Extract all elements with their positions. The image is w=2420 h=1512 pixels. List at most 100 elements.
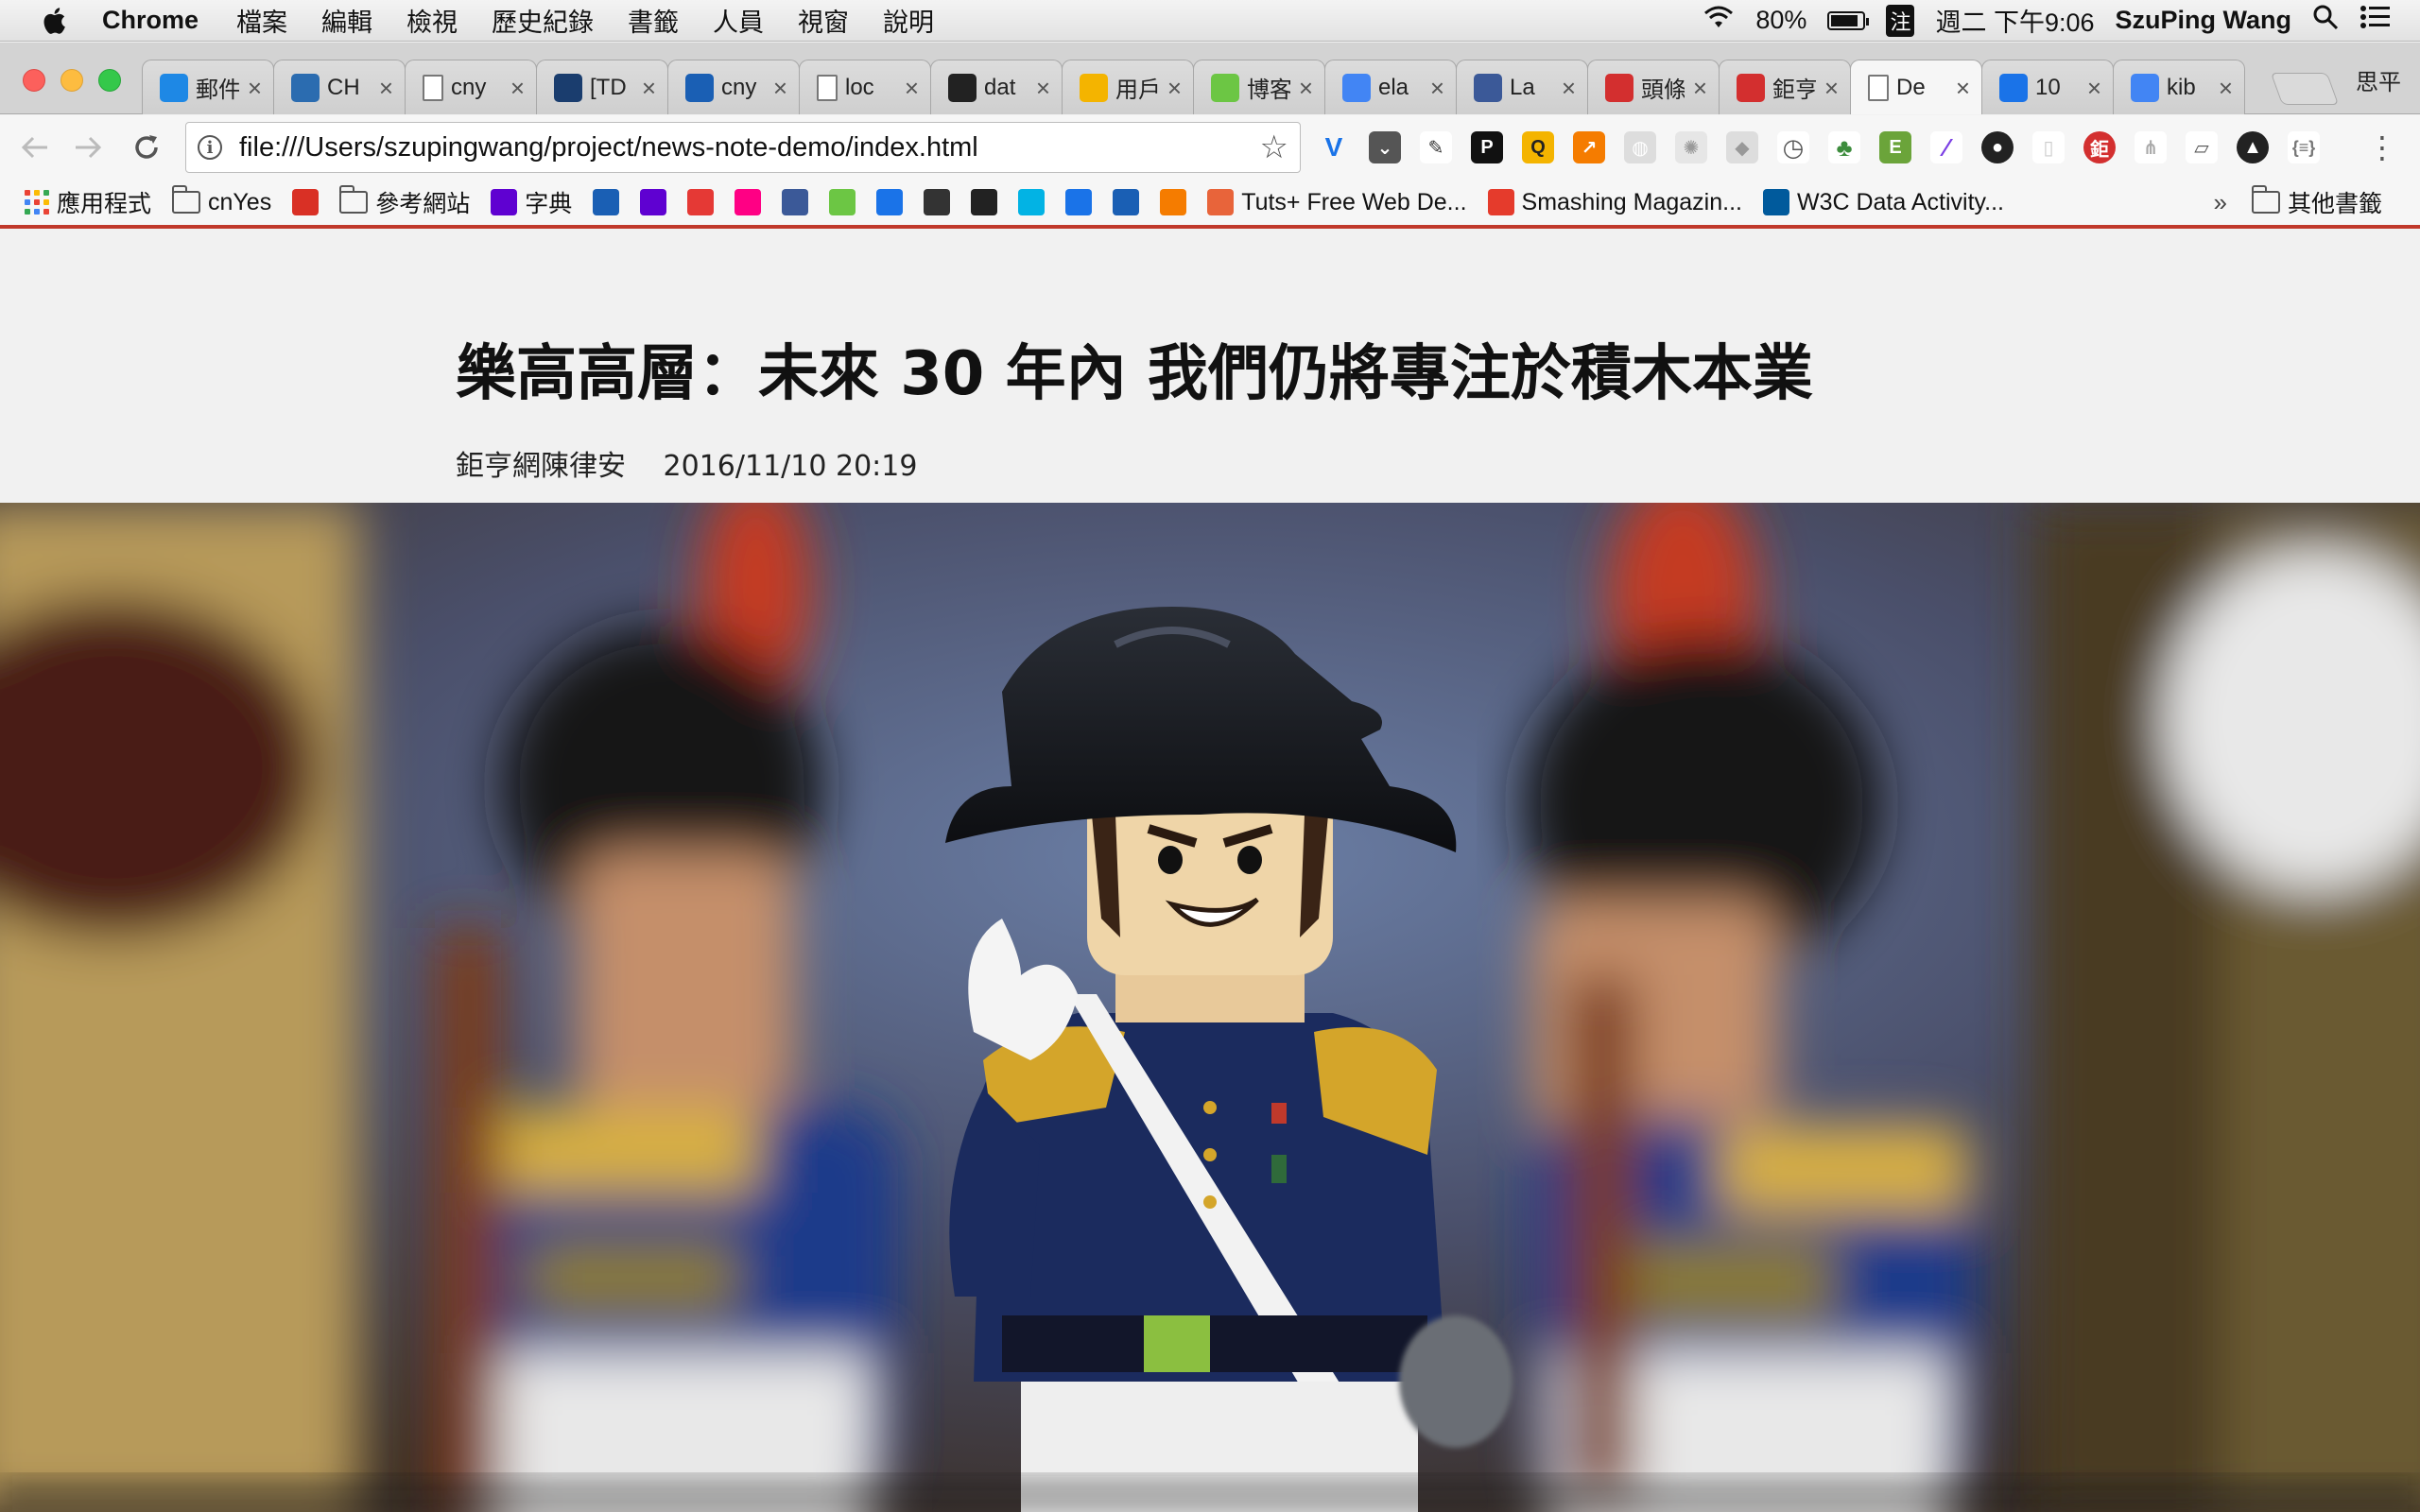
browser-tab[interactable]: La ×: [1456, 60, 1588, 114]
bookmark-item[interactable]: [1160, 189, 1187, 215]
bookmark-item[interactable]: [876, 189, 904, 215]
bookmark-item[interactable]: [924, 189, 951, 215]
apple-icon[interactable]: [38, 7, 70, 35]
browser-tab[interactable]: [TD ×: [536, 60, 668, 114]
browser-tab[interactable]: 鉅亨 ×: [1719, 60, 1851, 114]
site-info-icon[interactable]: i: [198, 135, 222, 160]
bookmark-item[interactable]: 參考網站: [339, 185, 470, 219]
tab-close-icon[interactable]: ×: [1430, 74, 1444, 103]
bookmark-item[interactable]: [829, 189, 856, 215]
menu-bookmarks[interactable]: 書籤: [628, 2, 679, 39]
sitemap-extension-icon[interactable]: ⋔: [2135, 131, 2167, 163]
browser-tab[interactable]: 博客 ×: [1193, 60, 1325, 114]
browser-tab[interactable]: cny ×: [667, 60, 800, 114]
close-window-button[interactable]: [23, 69, 45, 92]
spotlight-search-icon[interactable]: [2312, 4, 2339, 37]
menu-help[interactable]: 說明: [883, 2, 934, 39]
bookmark-item[interactable]: [1113, 189, 1140, 215]
bookmark-apps[interactable]: 應用程式: [25, 185, 151, 219]
puzzle-extension-icon[interactable]: ◆: [1726, 131, 1758, 163]
tab-close-icon[interactable]: ×: [773, 74, 787, 103]
bookmark-item[interactable]: cnYes: [172, 185, 271, 216]
tab-close-icon[interactable]: ×: [2087, 74, 2101, 103]
bookmark-item[interactable]: [971, 189, 998, 215]
p-extension-icon[interactable]: P: [1471, 131, 1503, 163]
menu-app-name[interactable]: Chrome: [102, 6, 199, 35]
evernote-icon[interactable]: E: [1879, 131, 1911, 163]
url-text[interactable]: file:///Users/szupingwang/project/news-n…: [239, 132, 1260, 163]
chrome-menu-icon[interactable]: ⋮: [2367, 129, 2397, 165]
bookmark-item[interactable]: 字典: [491, 185, 572, 219]
bookmarks-overflow-button[interactable]: »: [2214, 188, 2227, 217]
browser-tab[interactable]: kib ×: [2113, 60, 2245, 114]
bookmark-other[interactable]: 其他書籤: [2251, 185, 2382, 219]
browser-tab[interactable]: loc ×: [799, 60, 931, 114]
menu-history[interactable]: 歷史紀錄: [492, 2, 594, 39]
battery-icon[interactable]: [1827, 10, 1870, 30]
reload-button[interactable]: [129, 129, 164, 165]
menu-window[interactable]: 視窗: [798, 2, 849, 39]
browser-tab[interactable]: ela ×: [1324, 60, 1457, 114]
vue-devtools-icon[interactable]: V: [1318, 131, 1350, 163]
tab-close-icon[interactable]: ×: [1167, 74, 1182, 103]
cylinder-extension-icon[interactable]: ◍: [1624, 131, 1656, 163]
zoom-window-button[interactable]: [98, 69, 121, 92]
menu-file[interactable]: 檔案: [236, 2, 287, 39]
minimize-window-button[interactable]: [60, 69, 83, 92]
tab-close-icon[interactable]: ×: [642, 74, 656, 103]
tab-close-icon[interactable]: ×: [905, 74, 919, 103]
chart-extension-icon[interactable]: ↗: [1573, 131, 1605, 163]
clock-extension-icon[interactable]: ◷: [1777, 131, 1809, 163]
bookmark-star-icon[interactable]: ☆: [1260, 129, 1288, 166]
browser-tab[interactable]: cny ×: [405, 60, 537, 114]
browser-tab[interactable]: 頭條 ×: [1587, 60, 1720, 114]
tab-close-icon[interactable]: ×: [1693, 74, 1707, 103]
tab-close-icon[interactable]: ×: [1956, 74, 1970, 103]
bookmark-item[interactable]: [640, 189, 667, 215]
input-method-icon[interactable]: 注: [1886, 4, 1915, 37]
browser-tab[interactable]: 用戶 ×: [1062, 60, 1194, 114]
cnyes-extension-icon[interactable]: 鉅: [2083, 131, 2116, 163]
tab-close-icon[interactable]: ×: [248, 74, 262, 103]
menu-user[interactable]: SzuPing Wang: [2116, 6, 2291, 35]
new-tab-button[interactable]: [2270, 73, 2340, 105]
eyedropper-icon[interactable]: ✎: [1420, 131, 1452, 163]
menu-clock[interactable]: 週二 下午9:06: [1935, 2, 2094, 39]
menu-edit[interactable]: 編輯: [321, 2, 372, 39]
forward-button[interactable]: [70, 129, 106, 165]
fire-extension-icon[interactable]: ▲: [2237, 131, 2269, 163]
feather-extension-icon[interactable]: ⁄: [1930, 131, 1962, 163]
json-extension-icon[interactable]: {≡}: [2288, 131, 2320, 163]
wifi-icon[interactable]: [1703, 5, 1735, 36]
tab-close-icon[interactable]: ×: [1036, 74, 1050, 103]
profile-name[interactable]: 思平: [2356, 63, 2401, 96]
tree-extension-icon[interactable]: ♣: [1828, 131, 1860, 163]
bookmark-item[interactable]: [735, 189, 762, 215]
pocket-icon[interactable]: ⌄: [1369, 131, 1401, 163]
tab-close-icon[interactable]: ×: [1562, 74, 1576, 103]
bookmark-item[interactable]: [1018, 189, 1046, 215]
back-button[interactable]: [17, 129, 53, 165]
doc-extension-icon[interactable]: ▯: [2032, 131, 2065, 163]
browser-tab[interactable]: dat ×: [930, 60, 1063, 114]
tab-close-icon[interactable]: ×: [1299, 74, 1313, 103]
bookmark-item[interactable]: [1065, 189, 1093, 215]
bookmark-item[interactable]: Smashing Magazin...: [1487, 189, 1742, 216]
menu-people[interactable]: 人員: [713, 2, 764, 39]
bookmark-item[interactable]: [292, 189, 320, 215]
browser-tab[interactable]: 郵件 ×: [142, 60, 274, 114]
color-wheel-icon[interactable]: ●: [1981, 131, 2014, 163]
browser-tab[interactable]: De ×: [1850, 60, 1982, 114]
address-bar[interactable]: i file:///Users/szupingwang/project/news…: [185, 122, 1301, 173]
browser-tab[interactable]: CH ×: [273, 60, 406, 114]
tab-close-icon[interactable]: ×: [379, 74, 393, 103]
bookmark-item[interactable]: [687, 189, 715, 215]
bookmark-item[interactable]: [782, 189, 809, 215]
react-devtools-icon[interactable]: ✺: [1675, 131, 1707, 163]
menu-view[interactable]: 檢視: [406, 2, 458, 39]
tab-close-icon[interactable]: ×: [2219, 74, 2233, 103]
tab-close-icon[interactable]: ×: [1824, 74, 1839, 103]
q-extension-icon[interactable]: Q: [1522, 131, 1554, 163]
bookmark-item[interactable]: [593, 189, 620, 215]
browser-tab[interactable]: 10 ×: [1981, 60, 2114, 114]
